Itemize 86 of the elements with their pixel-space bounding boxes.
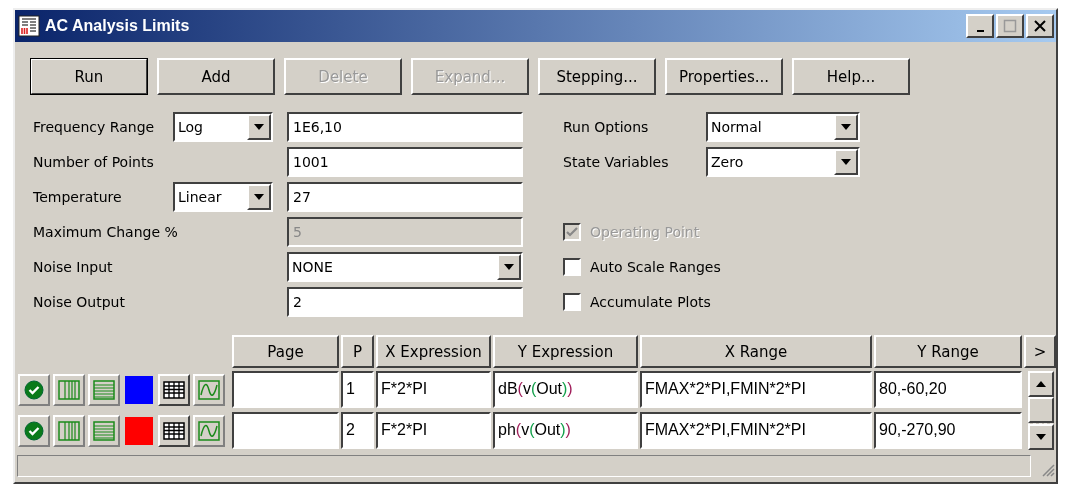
- checkbox[interactable]: [563, 258, 581, 276]
- field-label: State Variables: [563, 153, 670, 172]
- caret-icon: [841, 159, 851, 165]
- toolbar-button[interactable]: Properties...: [665, 58, 783, 95]
- enable-toggle[interactable]: [18, 414, 50, 447]
- dropdown-field[interactable]: Zero: [706, 147, 860, 177]
- toolbar-button[interactable]: Help...: [792, 58, 910, 95]
- y-expression-cell[interactable]: ph(v(Out)): [493, 412, 638, 449]
- caret-icon: [841, 124, 851, 130]
- horizontal-lines-icon: [93, 420, 115, 441]
- plot-number-cell[interactable]: 2: [341, 412, 374, 449]
- maximize-button[interactable]: [996, 14, 1024, 38]
- input-field[interactable]: 1E6,10: [287, 112, 523, 142]
- y-range-cell[interactable]: 90,-270,90: [874, 412, 1022, 449]
- vertical-grid-button[interactable]: [53, 414, 85, 447]
- x-range-cell[interactable]: FMAX*2*PI,FMIN*2*PI: [640, 371, 872, 408]
- plot-number-cell[interactable]: 1: [341, 371, 374, 408]
- field-label: Noise Input: [33, 258, 114, 277]
- field-label: Temperature: [33, 188, 123, 207]
- more-columns-button[interactable]: >: [1024, 335, 1056, 368]
- horizontal-lines-icon: [93, 379, 115, 400]
- mode-dropdown[interactable]: Log: [173, 112, 273, 142]
- waveform-icon: [198, 379, 220, 400]
- input-field[interactable]: 27: [287, 182, 523, 212]
- x-range-cell[interactable]: FMAX*2*PI,FMIN*2*PI: [640, 412, 872, 449]
- maximize-icon: [1003, 19, 1017, 33]
- field-label: Noise Output: [33, 293, 126, 312]
- toolbar-button[interactable]: Stepping...: [538, 58, 656, 95]
- color-swatch[interactable]: [123, 373, 155, 406]
- waveform-button[interactable]: [193, 373, 225, 406]
- column-header[interactable]: P: [341, 335, 374, 368]
- minimize-button[interactable]: [966, 14, 994, 38]
- app-icon: [18, 15, 40, 37]
- column-header[interactable]: Y Expression: [493, 335, 638, 368]
- window-title: AC Analysis Limits: [45, 17, 191, 35]
- close-icon: [1033, 19, 1047, 33]
- scrollbar-thumb[interactable]: [1028, 397, 1054, 423]
- dropdown-field[interactable]: Normal: [706, 112, 860, 142]
- minimize-icon: [976, 30, 984, 32]
- y-expression-cell[interactable]: dB(v(Out)): [493, 371, 638, 408]
- column-header[interactable]: Y Range: [874, 335, 1022, 368]
- check-circle-icon: [24, 379, 44, 400]
- column-header[interactable]: Page: [232, 335, 339, 368]
- field-label: Frequency Range: [33, 118, 156, 137]
- x-expression-cell[interactable]: F*2*PI: [376, 371, 491, 408]
- checkbox-label: Operating Point: [590, 223, 700, 242]
- table-format-button[interactable]: [158, 414, 190, 447]
- mode-dropdown[interactable]: Linear: [173, 182, 273, 212]
- check-circle-icon: [24, 420, 44, 441]
- color-swatch[interactable]: [123, 414, 155, 447]
- toolbar-button[interactable]: Run: [30, 58, 148, 95]
- caret-icon: [504, 264, 514, 270]
- page-cell[interactable]: [232, 371, 339, 408]
- horizontal-grid-button[interactable]: [88, 373, 120, 406]
- down-arrow-icon: [1036, 434, 1046, 440]
- vertical-lines-icon: [58, 379, 80, 400]
- table-format-button[interactable]: [158, 373, 190, 406]
- page-cell[interactable]: [232, 412, 339, 449]
- dropdown-field[interactable]: NONE: [287, 252, 523, 282]
- enable-toggle[interactable]: [18, 373, 50, 406]
- column-header[interactable]: X Range: [640, 335, 872, 368]
- x-expression-cell[interactable]: F*2*PI: [376, 412, 491, 449]
- field-label: Run Options: [563, 118, 650, 137]
- column-header[interactable]: X Expression: [376, 335, 491, 368]
- up-arrow-icon: [1036, 381, 1046, 387]
- checkbox-label: Auto Scale Ranges: [590, 258, 721, 277]
- input-field[interactable]: 2: [287, 287, 523, 317]
- vertical-lines-icon: [58, 420, 80, 441]
- waveform-icon: [198, 420, 220, 441]
- y-range-cell[interactable]: 80,-60,20: [874, 371, 1022, 408]
- checkbox-label: Accumulate Plots: [590, 293, 711, 312]
- scroll-up-button[interactable]: [1028, 371, 1054, 397]
- scrollbar-track: [1028, 423, 1054, 424]
- vertical-grid-button[interactable]: [53, 373, 85, 406]
- caret-icon: [254, 194, 264, 200]
- table-icon: [163, 421, 185, 440]
- horizontal-grid-button[interactable]: [88, 414, 120, 447]
- waveform-button[interactable]: [193, 414, 225, 447]
- field-label: Number of Points: [33, 153, 155, 172]
- caret-icon: [254, 124, 264, 130]
- toolbar-button[interactable]: Add: [157, 58, 275, 95]
- table-icon: [163, 380, 185, 399]
- close-button[interactable]: [1026, 14, 1054, 38]
- input-field[interactable]: 1001: [287, 147, 523, 177]
- checkbox[interactable]: [563, 293, 581, 311]
- scroll-down-button[interactable]: [1028, 424, 1054, 450]
